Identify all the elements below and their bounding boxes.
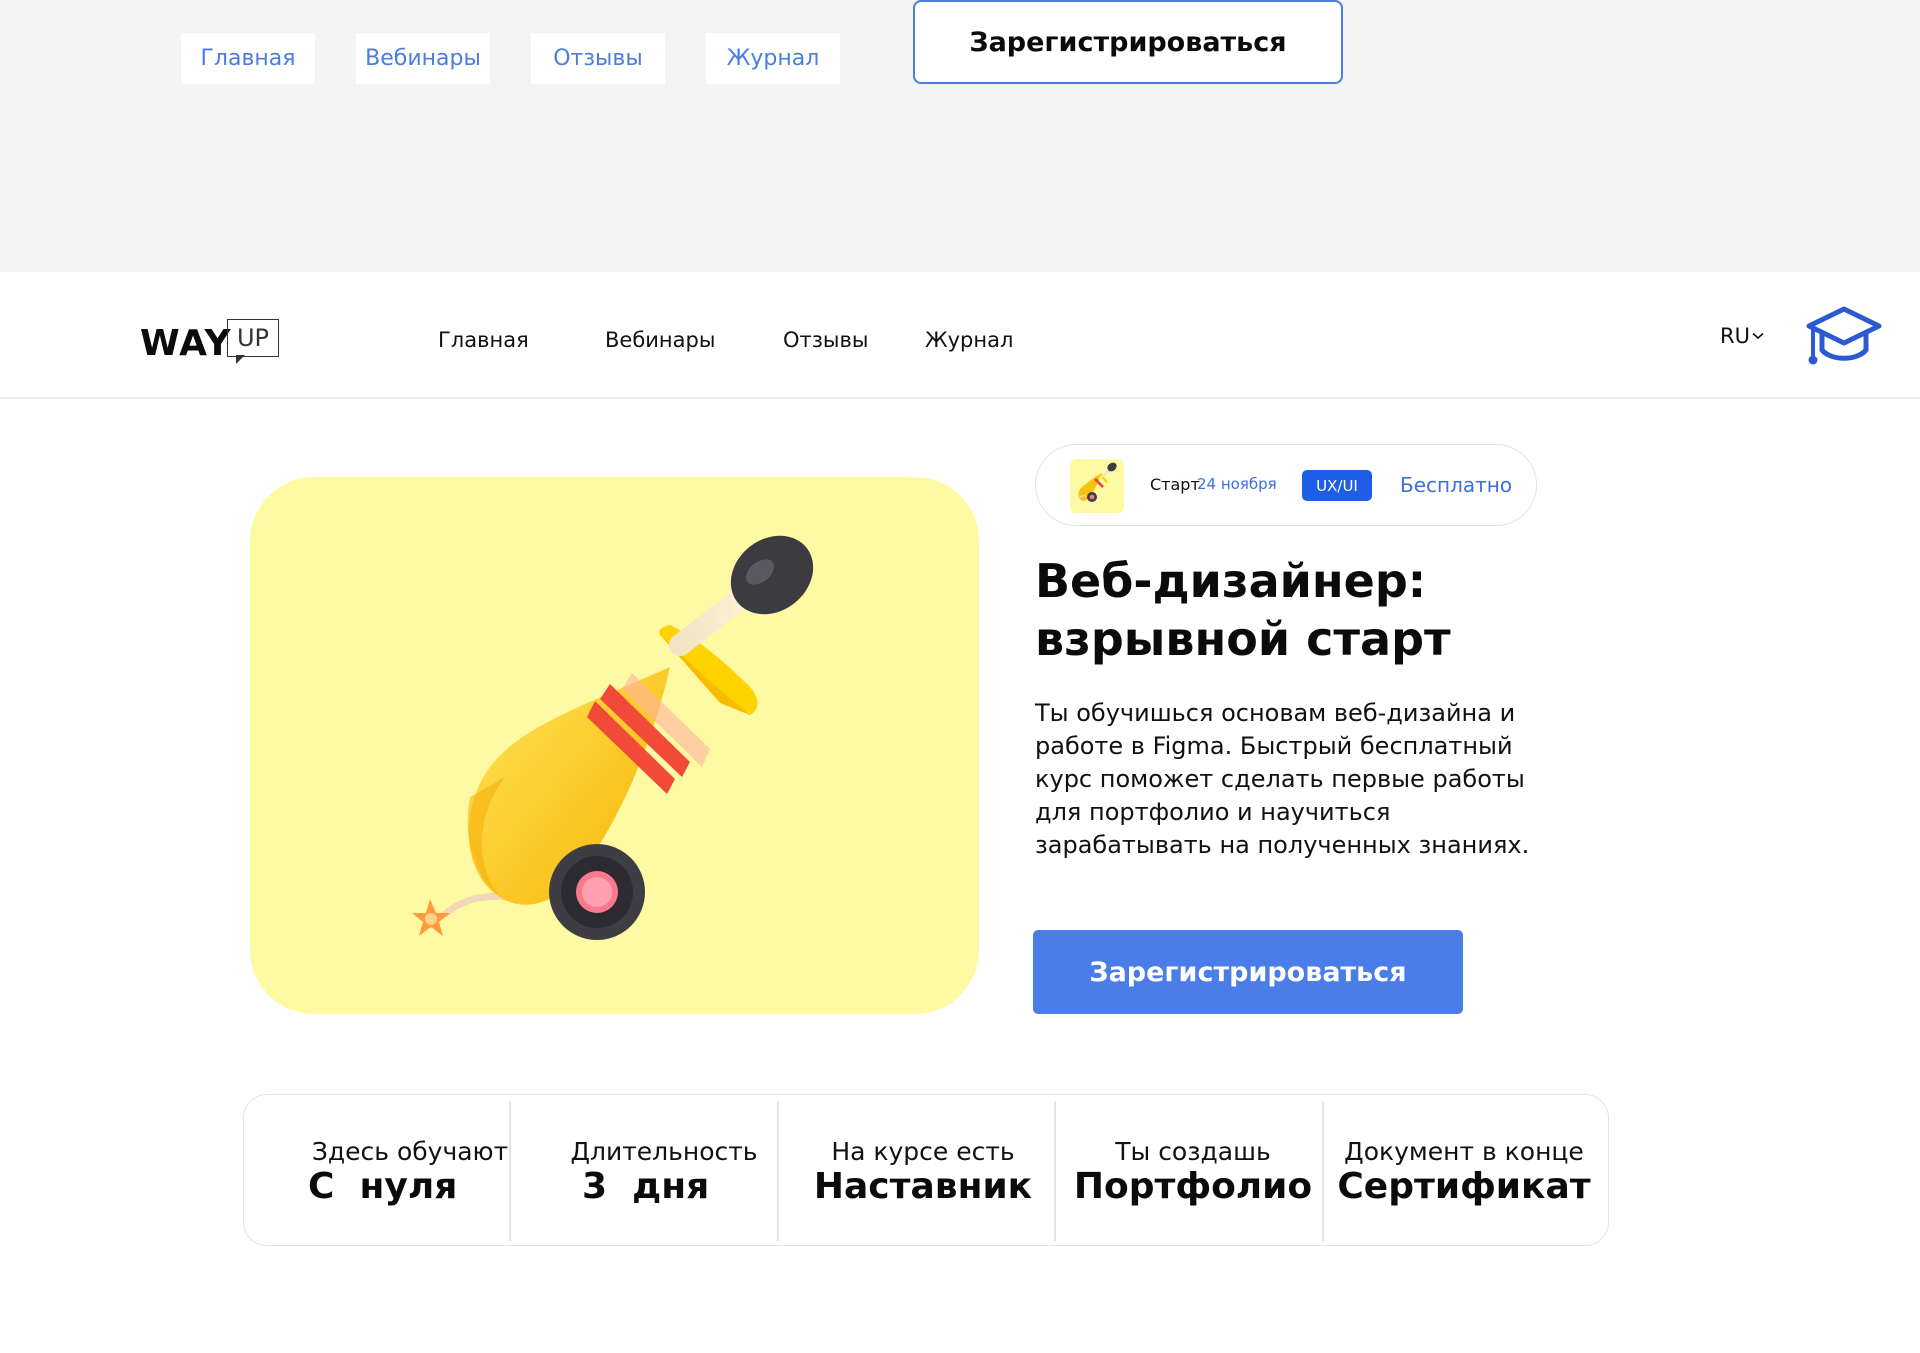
feature-certificate: Документ в конце Сертификат [1334, 1137, 1594, 1207]
cannon-illustration [412, 535, 814, 940]
graduation-cap-icon[interactable] [1806, 306, 1882, 368]
feature-label: Длительность [570, 1137, 758, 1166]
feature-level: Здесь обучают С нуля [280, 1137, 540, 1207]
start-label: Старт [1150, 475, 1200, 494]
nav-webinars[interactable]: Вебинары [605, 328, 715, 352]
price-label: Бесплатно [1400, 473, 1513, 497]
logo-tail [236, 355, 245, 364]
divider [509, 1101, 511, 1241]
divider [777, 1101, 779, 1241]
feature-value: 3 дня [582, 1166, 710, 1207]
divider [1054, 1101, 1056, 1241]
language-selector[interactable]: RU [1720, 324, 1764, 348]
nav-home[interactable]: Главная [438, 328, 529, 352]
course-thumbnail [1070, 459, 1124, 513]
cannon-thumbnail-icon [1077, 462, 1117, 502]
top-register-button[interactable]: Зарегистрироваться [913, 0, 1343, 84]
language-label: RU [1720, 324, 1750, 348]
feature-value: Сертификат [1337, 1166, 1591, 1207]
register-button[interactable]: Зарегистрироваться [1033, 930, 1463, 1014]
nav-reviews[interactable]: Отзывы [783, 328, 868, 352]
feature-value: Портфолио [1073, 1166, 1313, 1207]
top-link-home[interactable]: Главная [181, 33, 315, 84]
logo-box: UP [227, 319, 279, 357]
top-bar: Главная Вебинары Отзывы Журнал Зарегистр… [0, 0, 1920, 272]
top-link-journal[interactable]: Журнал [706, 33, 840, 84]
site-header: WAY UP Главная Вебинары Отзывы Журнал RU [0, 272, 1920, 399]
feature-label: Документ в конце [1344, 1137, 1584, 1166]
feature-mentor: На курсе есть Наставник [789, 1137, 1057, 1207]
course-title: Веб-дизайнер: взрывной старт [1035, 552, 1595, 668]
divider [1322, 1101, 1324, 1241]
feature-duration: Длительность 3 дня [544, 1137, 784, 1207]
feature-label: Здесь обучают [311, 1137, 509, 1166]
course-title-line1: Веб-дизайнер: [1035, 554, 1427, 608]
course-features: Здесь обучают С нуля Длительность 3 дня … [243, 1094, 1609, 1246]
chevron-down-icon [1752, 332, 1764, 340]
logo-word: WAY [140, 323, 232, 364]
category-tag[interactable]: UX/UI [1302, 470, 1372, 501]
feature-portfolio: Ты создашь Портфолио [1062, 1137, 1324, 1207]
top-link-webinars[interactable]: Вебинары [356, 33, 490, 84]
top-link-reviews[interactable]: Отзывы [531, 33, 665, 84]
nav-journal[interactable]: Журнал [925, 328, 1013, 352]
feature-value: Наставник [813, 1166, 1033, 1207]
hero-illustration [250, 477, 979, 1014]
feature-value: С нуля [308, 1166, 458, 1207]
course-meta-card: Старт 24 ноября UX/UI Бесплатно [1035, 444, 1537, 526]
start-date: 24 ноября [1197, 475, 1277, 493]
feature-label: Ты создашь [1115, 1137, 1271, 1166]
course-title-line2: взрывной старт [1035, 612, 1451, 666]
course-description: Ты обучишься основам веб-дизайна и работ… [1035, 699, 1530, 859]
feature-label: На курсе есть [831, 1137, 1015, 1166]
